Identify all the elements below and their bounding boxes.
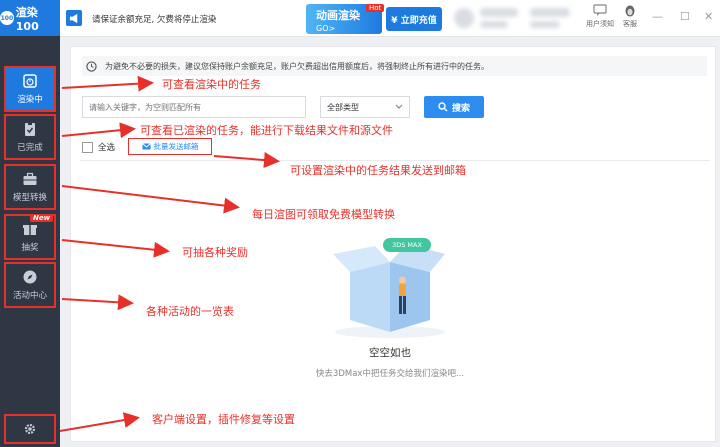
arrow-settings — [59, 412, 140, 432]
arrow-completed — [61, 122, 136, 139]
arrow-activity — [61, 294, 134, 311]
annotation-rendering: 可查看渲染中的任务 — [162, 78, 261, 91]
arrow-email — [213, 152, 280, 169]
annotation-arrows — [59, 75, 280, 432]
annotation-email: 可设置渲染中的任务结果发送到邮箱 — [290, 164, 466, 177]
annotation-model-convert: 每日渲图可领取免费模型转换 — [252, 208, 395, 221]
arrow-lottery — [61, 239, 170, 258]
annotation-completed: 可查看已渲染的任务，能进行下载结果文件和源文件 — [140, 124, 393, 137]
annotation-lottery: 可抽各种奖励 — [182, 246, 248, 259]
arrow-model-convert — [61, 185, 240, 214]
annotation-settings: 客户端设置，插件修复等设置 — [152, 413, 295, 426]
arrow-rendering — [61, 75, 154, 92]
annotation-activity: 各种活动的一览表 — [146, 305, 234, 318]
